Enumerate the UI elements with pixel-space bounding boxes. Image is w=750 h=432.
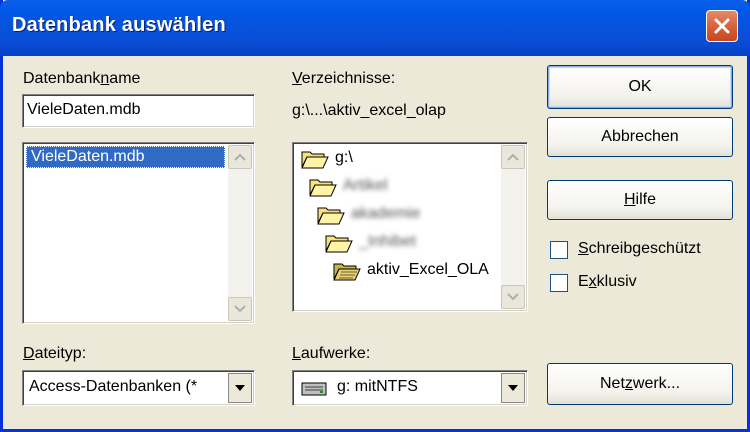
drives-label: Laufwerke: xyxy=(292,345,371,362)
chevron-down-icon xyxy=(234,305,246,313)
chevron-down-icon xyxy=(508,385,518,391)
list-item-label: VieleDaten.mdb xyxy=(31,148,145,165)
file-list[interactable]: VieleDaten.mdb xyxy=(22,142,255,324)
filetype-label: Dateityp: xyxy=(23,345,87,362)
close-icon xyxy=(714,18,730,34)
open-folder-icon xyxy=(325,235,353,253)
cancel-button[interactable]: Abbrechen xyxy=(547,117,733,157)
hard-drive-icon xyxy=(301,382,327,396)
help-button[interactable]: Hilfe xyxy=(547,180,733,220)
db-name-input[interactable]: VieleDaten.mdb xyxy=(22,94,255,128)
directories-label: Verzeichnisse: xyxy=(292,70,396,87)
drives-value: g: mitNTFS xyxy=(337,378,418,395)
folder-label[interactable]: Artikel xyxy=(343,177,387,195)
scroll-down-button[interactable] xyxy=(228,297,252,321)
directory-tree[interactable]: g:\ Artikel akademie _Inhibet aktiv_Exce… xyxy=(292,142,528,312)
file-list-scrollbar[interactable] xyxy=(228,145,252,321)
readonly-checkbox[interactable] xyxy=(550,241,568,259)
filetype-select[interactable]: Access-Datenbanken (* xyxy=(22,370,255,406)
chevron-up-icon xyxy=(507,153,519,161)
current-directory-path: g:\...\aktiv_excel_olap xyxy=(292,102,446,119)
scroll-down-button[interactable] xyxy=(501,285,525,309)
close-button[interactable] xyxy=(706,10,738,42)
open-folder-icon xyxy=(333,263,361,281)
readonly-label[interactable]: Schreibgeschützt xyxy=(578,240,701,258)
drives-select[interactable]: g: mitNTFS xyxy=(292,370,528,406)
exclusive-label[interactable]: Exklusiv xyxy=(578,273,637,291)
folder-label-current[interactable]: aktiv_Excel_OLA xyxy=(367,261,501,279)
folder-label[interactable]: _Inhibet xyxy=(359,233,416,251)
drives-dropdown-button[interactable] xyxy=(501,373,525,403)
chevron-up-icon xyxy=(234,153,246,161)
open-folder-icon xyxy=(309,179,337,197)
filetype-dropdown-button[interactable] xyxy=(228,373,252,403)
open-folder-icon xyxy=(301,151,329,169)
open-folder-icon xyxy=(317,207,345,225)
directory-tree-scrollbar[interactable] xyxy=(501,145,525,309)
dialog-window: Datenbank auswählen Datenbankname VieleD… xyxy=(0,0,750,432)
filetype-value: Access-Datenbanken (* xyxy=(29,378,198,395)
db-name-label: Datenbankname xyxy=(23,70,141,87)
list-item-selected[interactable]: VieleDaten.mdb xyxy=(26,146,225,168)
ok-button[interactable]: OK xyxy=(547,65,733,109)
network-button[interactable]: Net z werk... xyxy=(547,363,733,405)
scroll-up-button[interactable] xyxy=(228,145,252,169)
scroll-up-button[interactable] xyxy=(501,145,525,169)
dialog-title: Datenbank auswählen xyxy=(12,14,226,36)
title-bar[interactable]: Datenbank auswählen xyxy=(0,0,750,56)
folder-label[interactable]: akademie xyxy=(351,205,420,223)
chevron-down-icon xyxy=(507,293,519,301)
db-name-value: VieleDaten.mdb xyxy=(27,101,141,118)
folder-label[interactable]: g:\ xyxy=(335,149,353,167)
exclusive-checkbox[interactable] xyxy=(550,274,568,292)
chevron-down-icon xyxy=(235,385,245,391)
